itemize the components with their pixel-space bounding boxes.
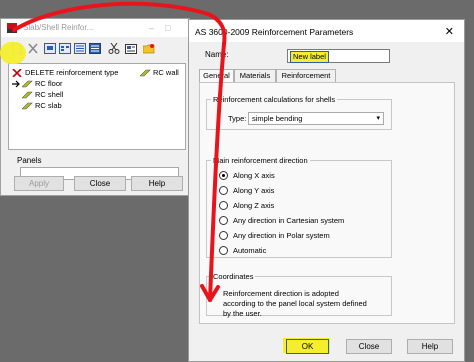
tree-item-rc-floor[interactable]: RC floor: [12, 79, 63, 89]
group-title: Main reinforcement direction: [211, 156, 310, 165]
type-label: Type:: [228, 114, 247, 123]
close-button[interactable]: Close: [346, 339, 392, 354]
coordinates-description: Reinforcement direction is adopted accor…: [223, 289, 367, 318]
rc-pencil-icon: [21, 80, 33, 88]
folder-star-icon[interactable]: [142, 43, 155, 54]
tab-materials[interactable]: Materials: [234, 69, 276, 82]
tree-item-rc-shell[interactable]: RC shell: [21, 90, 64, 100]
help-button[interactable]: Help: [407, 339, 453, 354]
radio-dot: [219, 245, 228, 255]
name-label: Name:: [205, 50, 229, 59]
reinforcement-parameters-dialog: AS 3600-2009 Reinforcement Parameters ✕ …: [188, 19, 465, 362]
radio-label: Any direction in Cartesian system: [233, 216, 345, 225]
app-icon: [7, 23, 17, 33]
tree-item-label: RC slab: [35, 101, 62, 110]
radio-label: Along Y axis: [233, 186, 275, 195]
left-window-titlebar[interactable]: Slab/Shell Reinfor... – □: [1, 19, 189, 37]
slab-shell-reinforcement-window: Slab/Shell Reinfor... – □ DELETE reinfor…: [0, 18, 190, 196]
left-window-title: Slab/Shell Reinfor...: [23, 23, 94, 32]
radio-dot: [219, 185, 228, 195]
view-details-icon[interactable]: [89, 43, 101, 54]
apply-button[interactable]: Apply: [14, 176, 64, 191]
coordinates-group: Coordinates Reinforcement direction is a…: [206, 272, 392, 318]
radio-along-x[interactable]: Along X axis: [219, 170, 275, 181]
delete-icon[interactable]: [27, 43, 39, 54]
rc-pencil-icon: [21, 91, 33, 99]
radio-label: Along X axis: [233, 171, 275, 180]
name-field-value: New label: [290, 51, 329, 63]
group-title: Reinforcement calculations for shells: [211, 95, 338, 104]
reinforcement-type-tree[interactable]: DELETE reinforcement type RC wall RC flo…: [8, 63, 186, 150]
maximize-button[interactable]: □: [165, 23, 170, 33]
tree-item-label: RC wall: [153, 68, 179, 77]
tree-item-label: RC floor: [35, 79, 63, 88]
name-field[interactable]: New label: [287, 49, 390, 63]
view-small-icon[interactable]: [59, 43, 71, 54]
rc-pencil-icon: [21, 102, 33, 110]
minimize-button[interactable]: –: [149, 23, 154, 33]
main-direction-group: Main reinforcement direction Along X axi…: [206, 156, 392, 258]
ok-button[interactable]: OK: [286, 339, 329, 354]
rc-pencil-icon: [139, 69, 151, 77]
radio-label: Any direction in Polar system: [233, 231, 330, 240]
radio-label: Automatic: [233, 246, 267, 255]
tree-item-rc-slab[interactable]: RC slab: [21, 101, 62, 111]
radio-dot: [219, 230, 228, 240]
radio-dot: [219, 200, 228, 210]
close-icon[interactable]: ✕: [445, 25, 454, 38]
red-x-icon: [12, 68, 23, 78]
view-list-icon[interactable]: [74, 43, 86, 54]
tab-general[interactable]: General: [199, 69, 234, 83]
radio-along-y[interactable]: Along Y axis: [219, 185, 275, 196]
general-tab-panel: Reinforcement calculations for shells Ty…: [199, 82, 455, 324]
tab-reinforcement[interactable]: Reinforcement: [276, 69, 336, 82]
radio-dot-selected: [219, 170, 228, 180]
dialog-title: AS 3600-2009 Reinforcement Parameters: [195, 27, 354, 37]
radio-automatic[interactable]: Automatic: [219, 245, 267, 256]
type-select[interactable]: simple bending ▾: [248, 112, 384, 125]
help-button-left[interactable]: Help: [131, 176, 183, 191]
chevron-down-icon: ▾: [376, 115, 380, 122]
left-toolbar: [1, 41, 189, 57]
radio-label: Along Z axis: [233, 201, 275, 210]
shell-calculation-group: Reinforcement calculations for shells Ty…: [206, 95, 392, 130]
type-select-value: simple bending: [252, 114, 303, 123]
tree-item-delete[interactable]: DELETE reinforcement type: [12, 68, 118, 78]
tree-item-rc-wall[interactable]: RC wall: [139, 68, 179, 78]
tree-item-label: RC shell: [35, 90, 64, 99]
radio-cartesian[interactable]: Any direction in Cartesian system: [219, 215, 345, 226]
dialog-titlebar[interactable]: AS 3600-2009 Reinforcement Parameters ✕: [189, 20, 464, 42]
tree-item-label: DELETE reinforcement type: [25, 68, 119, 77]
current-arrow-icon: [12, 80, 20, 88]
view-large-icon[interactable]: [44, 43, 56, 54]
radio-dot: [219, 215, 228, 225]
close-button-left[interactable]: Close: [74, 176, 126, 191]
radio-along-z[interactable]: Along Z axis: [219, 200, 275, 211]
panels-label: Panels: [17, 156, 42, 165]
properties-icon[interactable]: [125, 43, 137, 54]
yellow-highlight-annotation: [0, 42, 26, 64]
group-title: Coordinates: [211, 272, 256, 281]
scissors-icon[interactable]: [108, 42, 120, 54]
radio-polar[interactable]: Any direction in Polar system: [219, 230, 330, 241]
